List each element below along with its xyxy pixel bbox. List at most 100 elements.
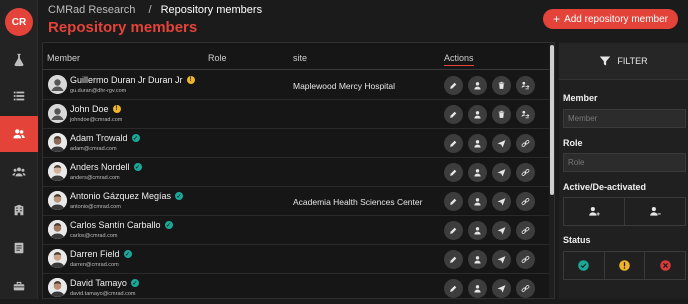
breadcrumb-current: Repository members	[160, 4, 263, 16]
column-member[interactable]: Member	[47, 53, 80, 63]
avatar	[48, 133, 67, 152]
view-profile-button[interactable]	[468, 134, 487, 153]
send-invite-button[interactable]	[492, 163, 511, 182]
member-name-text: Antonio Gázquez Megías	[70, 191, 172, 201]
table-row[interactable]: Antonio Gázquez Megías ✓ antonio@cmrad.com…	[43, 187, 549, 216]
status-filter-buttons	[563, 251, 686, 280]
view-profile-button[interactable]	[468, 192, 487, 211]
role-filter-input[interactable]: Role	[563, 153, 686, 172]
verified-badge-icon: ✓	[130, 279, 139, 287]
member-name-text: John Doe	[70, 104, 109, 114]
delete-member-button[interactable]	[492, 76, 511, 95]
send-invite-button[interactable]	[492, 279, 511, 298]
edit-member-button[interactable]	[444, 192, 463, 211]
edit-member-button[interactable]	[444, 279, 463, 298]
pencil-icon	[450, 285, 457, 292]
view-profile-button[interactable]	[468, 105, 487, 124]
member-email: carlos@cmrad.com	[70, 233, 118, 239]
table-row[interactable]: Guillermo Duran Jr Duran Jr! gu.duran@dhr…	[43, 71, 549, 100]
verified-status-button[interactable]	[564, 252, 605, 279]
active-filter-label: Active/De-activated	[563, 182, 647, 192]
member-filter-input[interactable]: Member	[563, 109, 686, 128]
warning-status-button[interactable]	[605, 252, 646, 279]
table-row[interactable]: Adam Trowald ✓ adam@cmrad.com	[43, 129, 549, 158]
reassign-member-button[interactable]	[516, 76, 535, 95]
copy-link-button[interactable]	[516, 221, 535, 240]
table-row[interactable]: John Doe! johndoe@cmrad.com	[43, 100, 549, 129]
table-row[interactable]: Anders Nordell ✓ anders@cmrad.com	[43, 158, 549, 187]
copy-link-button[interactable]	[516, 163, 535, 182]
copy-link-button[interactable]	[516, 134, 535, 153]
user-icon	[474, 169, 481, 177]
send-invite-button[interactable]	[492, 134, 511, 153]
row-actions	[444, 279, 535, 298]
scrollbar-thumb[interactable]	[550, 45, 554, 195]
activated-filter-button[interactable]	[564, 198, 625, 225]
view-profile-button[interactable]	[468, 163, 487, 182]
filter-header-label: FILTER	[617, 56, 648, 66]
send-invite-button[interactable]	[492, 192, 511, 211]
verified-badge-icon: ✓	[123, 250, 132, 258]
link-icon	[521, 198, 530, 205]
member-name: Carlos Santín Carballo ✓	[70, 220, 173, 230]
default-avatar-icon	[48, 104, 67, 123]
rejected-status-button[interactable]	[645, 252, 685, 279]
add-repository-member-button[interactable]: + Add repository member	[543, 9, 678, 29]
member-name: Adam Trowald ✓	[70, 133, 140, 143]
send-icon	[497, 285, 506, 293]
verified-badge-icon: ✓	[131, 134, 140, 142]
edit-member-button[interactable]	[444, 76, 463, 95]
view-profile-button[interactable]	[468, 250, 487, 269]
view-profile-button[interactable]	[468, 76, 487, 95]
verified-badge-icon: ✓	[175, 192, 184, 200]
deactivated-filter-button[interactable]	[625, 198, 685, 225]
warning-icon: !	[112, 105, 121, 113]
member-name: Antonio Gázquez Megías ✓	[70, 191, 184, 201]
filter-icon	[600, 56, 611, 66]
sidebar-item-sites[interactable]	[0, 192, 38, 228]
row-actions	[444, 221, 535, 240]
copy-link-button[interactable]	[516, 250, 535, 269]
user-icon	[474, 111, 481, 119]
table-row[interactable]: David Tamayo ✓ david.tamayo@cmrad.com	[43, 274, 549, 298]
sidebar-item-members[interactable]	[0, 116, 38, 152]
column-site[interactable]: site	[293, 53, 307, 63]
user-minus-icon	[649, 207, 661, 216]
view-profile-button[interactable]	[468, 279, 487, 298]
member-name-text: Anders Nordell	[70, 162, 130, 172]
avatar	[48, 162, 67, 181]
member-email: david.tamayo@cmrad.com	[70, 291, 136, 297]
view-profile-button[interactable]	[468, 221, 487, 240]
sidebar-item-documents[interactable]	[0, 230, 38, 266]
delete-member-button[interactable]	[492, 105, 511, 124]
verified-badge-icon	[578, 260, 590, 271]
send-icon	[497, 227, 506, 235]
reassign-member-button[interactable]	[516, 105, 535, 124]
row-actions	[444, 250, 535, 269]
table-scrollbar[interactable]	[549, 43, 554, 298]
copy-link-button[interactable]	[516, 192, 535, 211]
sidebar-item-list[interactable]	[0, 78, 38, 114]
breadcrumb-root[interactable]: CMRad Research	[48, 4, 135, 16]
edit-member-button[interactable]	[444, 221, 463, 240]
edit-member-button[interactable]	[444, 134, 463, 153]
table-row[interactable]: Darren Field ✓ darren@cmrad.com	[43, 245, 549, 274]
member-email: johndoe@cmrad.com	[70, 117, 123, 123]
user-transfer-icon	[521, 110, 530, 119]
plus-icon: +	[553, 12, 561, 26]
send-invite-button[interactable]	[492, 221, 511, 240]
filter-header[interactable]: FILTER	[559, 43, 688, 80]
copy-link-button[interactable]	[516, 279, 535, 298]
column-role[interactable]: Role	[208, 53, 227, 63]
sidebar-item-groups[interactable]	[0, 154, 38, 190]
table-row[interactable]: Carlos Santín Carballo ✓ carlos@cmrad.com	[43, 216, 549, 245]
edit-member-button[interactable]	[444, 105, 463, 124]
pencil-icon	[450, 111, 457, 118]
edit-member-button[interactable]	[444, 163, 463, 182]
sidebar-item-studies[interactable]	[0, 42, 38, 78]
warning-icon: !	[186, 76, 195, 84]
pencil-icon	[450, 256, 457, 263]
edit-member-button[interactable]	[444, 250, 463, 269]
app-logo[interactable]: CR	[5, 8, 33, 36]
send-invite-button[interactable]	[492, 250, 511, 269]
